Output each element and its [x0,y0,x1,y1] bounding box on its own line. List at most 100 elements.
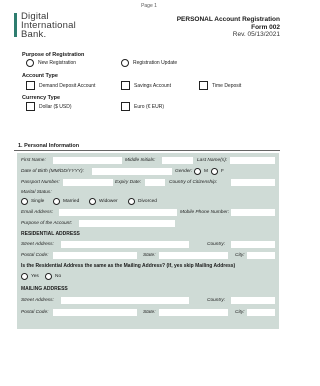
citizenship-field[interactable] [231,178,275,186]
form-number: Form 002 [251,23,280,31]
radio-circle[interactable] [21,198,28,205]
option-label: Euro (€ EUR) [134,103,165,110]
res-city-field[interactable] [247,251,275,259]
option-label: Divorced [138,199,157,204]
purpose-account-label: Purpose of the Account: [21,220,73,226]
marital-options-row: Single Married Widower Divorced [17,197,279,206]
dob-field[interactable] [92,167,172,175]
postal-label: Postal Code: [21,309,49,315]
radio-circle[interactable] [89,198,96,205]
radio-circle[interactable] [128,198,135,205]
option-time-deposit[interactable]: Time Deposit [199,81,241,90]
mobile-field[interactable] [231,208,275,216]
res-street-field[interactable] [61,240,189,248]
citizenship-label: Country of Citizenship: [169,179,218,185]
mail-street-field[interactable] [61,296,189,304]
mail-postal-row: Postal Code: State: City: [17,308,279,317]
radio-circle[interactable] [26,59,34,67]
res-postal-row: Postal Code: State: City: [17,251,279,260]
option-new-registration[interactable]: New Registration [26,59,76,67]
marital-widower-option[interactable]: Widower [89,198,118,205]
option-label: M [204,169,208,174]
passport-row: Passport Number: Expiry Date: Country of… [17,178,279,187]
last-names-field[interactable] [230,156,275,164]
gender-m-option[interactable]: M [194,168,208,175]
country-label: Country: [207,241,226,247]
first-name-field[interactable] [53,156,122,164]
checkbox[interactable] [26,102,35,111]
form-header: PERSONAL Account Registration Form 002 R… [177,16,280,39]
res-country-field[interactable] [231,240,275,248]
marital-label-row: Marital Status: [17,188,279,197]
marital-status-label: Marital Status: [21,189,52,195]
option-demand-deposit[interactable]: Demand Deposit Account [26,81,95,90]
account-type-label: Account Type [22,73,58,79]
checkbox[interactable] [121,102,130,111]
res-street-row: Street Address: Country: [17,240,279,249]
same-no-option[interactable]: No [45,273,61,280]
option-label: Dollar ($ USD) [39,103,72,110]
same-yes-option[interactable]: Yes [21,273,39,280]
country-label: Country: [207,297,226,303]
currency-type-label: Currency Type [22,95,61,101]
same-address-options: Yes No [17,272,279,281]
marital-single-option[interactable]: Single [21,198,44,205]
passport-label: Passport Number: [21,179,60,185]
marital-married-option[interactable]: Married [53,198,79,205]
city-label: City: [235,309,245,315]
res-state-field[interactable] [159,251,228,259]
option-label: No [55,274,62,279]
expiry-field[interactable] [145,178,165,186]
radio-circle[interactable] [121,59,129,67]
gender-f-option[interactable]: F [211,168,224,175]
form-title: PERSONAL Account Registration [176,16,280,23]
logo-text: Digital International Bank. [21,12,76,40]
option-label: Savings Account [134,82,171,89]
page-number: Page 1 [141,3,157,9]
expiry-label: Expiry Date: [115,179,142,185]
radio-circle[interactable] [21,273,28,280]
checkbox[interactable] [121,81,130,90]
mail-city-field[interactable] [247,308,275,316]
mail-state-field[interactable] [159,308,228,316]
option-label: Single [31,199,45,204]
mail-country-field[interactable] [231,296,275,304]
state-label: State: [143,309,156,315]
mailing-title: MAILING ADDRESS [21,286,68,292]
radio-circle[interactable] [53,198,60,205]
logo-bar [14,13,17,37]
res-postal-field[interactable] [53,251,137,259]
middle-initials-field[interactable] [162,156,193,164]
street-label: Street Address: [21,297,54,303]
checkbox[interactable] [199,81,208,90]
marital-divorced-option[interactable]: Divorced [128,198,157,205]
radio-circle[interactable] [211,168,218,175]
radio-circle[interactable] [194,168,201,175]
option-label: Widower [99,199,118,204]
option-savings[interactable]: Savings Account [121,81,171,90]
option-label: Married [63,199,80,204]
option-dollar[interactable]: Dollar ($ USD) [26,102,72,111]
same-address-question: Is the Residential Address the same as t… [21,263,236,269]
mail-postal-field[interactable] [53,308,137,316]
residential-title: RESIDENTIAL ADDRESS [21,231,80,237]
option-registration-update[interactable]: Registration Update [121,59,177,67]
street-label: Street Address: [21,241,54,247]
middle-initials-label: Middle Initials: [125,157,156,163]
option-label: New Registration [38,60,77,66]
email-field[interactable] [59,208,177,216]
option-euro[interactable]: Euro (€ EUR) [121,102,164,111]
contact-row: Email Address: Mobile Phone Number: [17,208,279,217]
purpose-account-field[interactable] [79,219,175,227]
mobile-label: Mobile Phone Number: [180,209,230,215]
personal-info-title: 1. Personal Information [18,143,80,149]
option-label: Demand Deposit Account [39,82,96,89]
email-label: Email Address: [21,209,54,215]
checkbox[interactable] [26,81,35,90]
radio-circle[interactable] [45,273,52,280]
section-divider [14,150,280,151]
option-label: Registration Update [133,60,178,66]
passport-field[interactable] [63,178,113,186]
mail-street-row: Street Address: Country: [17,296,279,305]
purpose-label: Purpose of Registration [22,52,85,58]
